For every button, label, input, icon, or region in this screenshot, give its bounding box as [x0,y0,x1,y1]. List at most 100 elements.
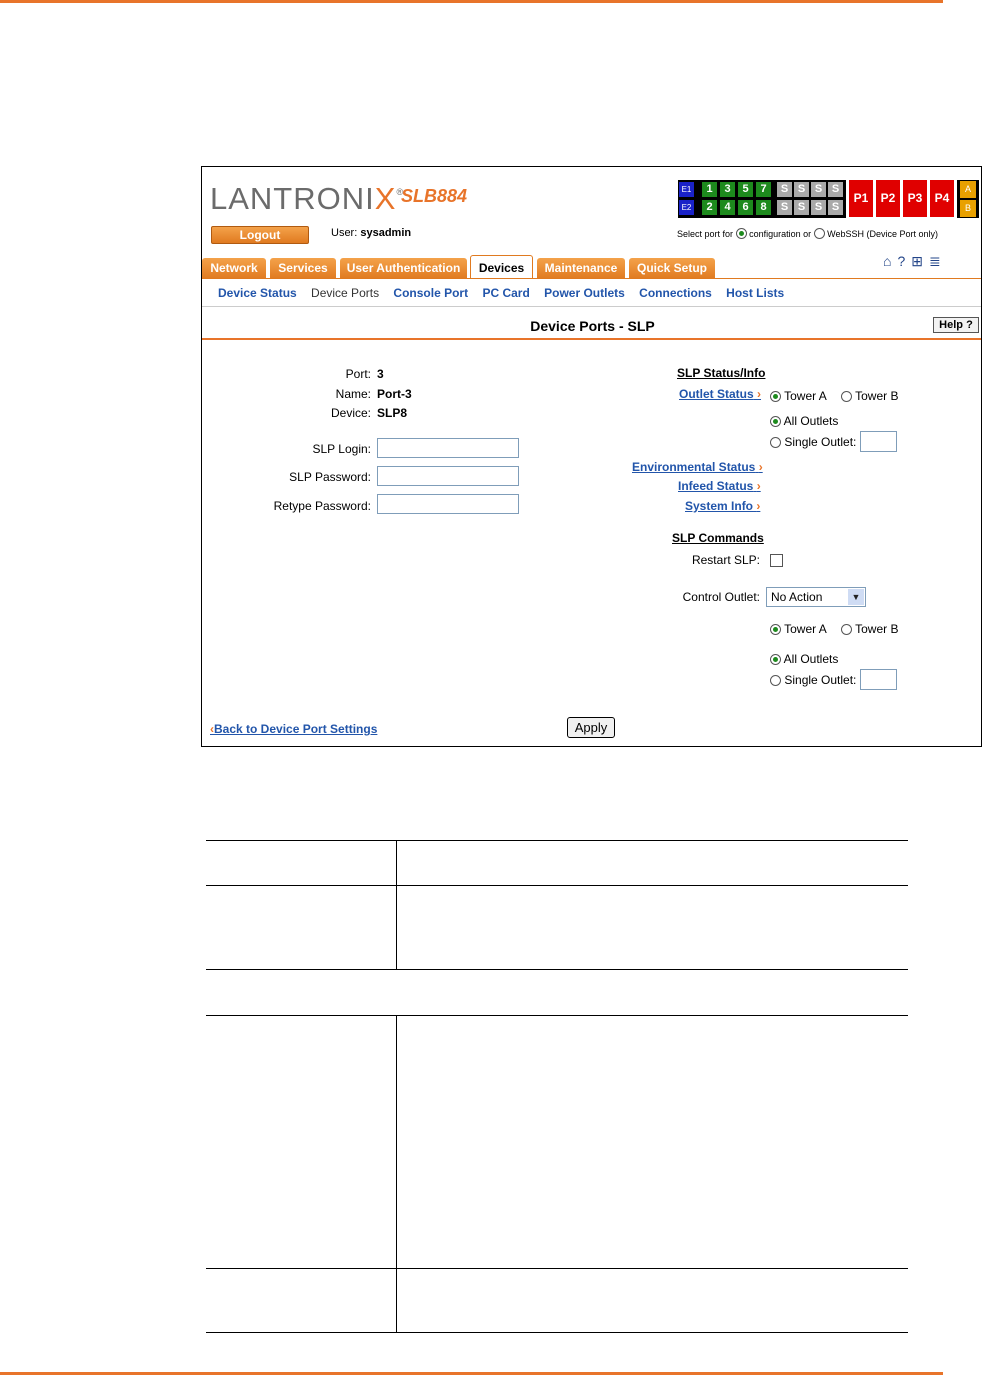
device-label: Device: [330,406,371,420]
infeed-status-link[interactable]: Infeed Status › [678,479,761,493]
slp-login-label: SLP Login: [312,442,372,456]
port-s[interactable]: S [777,182,792,197]
status-tower-b-option[interactable]: Tower B [841,389,898,403]
restart-slp-checkbox[interactable] [770,554,783,567]
retype-password-input[interactable] [377,494,519,514]
log-icon[interactable]: ≣ [929,253,941,269]
environmental-status-link[interactable]: Environmental Status › [632,460,763,474]
subnav-power-outlets[interactable]: Power Outlets [544,286,625,300]
cmd-tower-a-radio[interactable] [770,624,781,635]
cmd-all-outlets-option[interactable]: All Outlets [770,652,838,666]
cmd-tower-b-option[interactable]: Tower B [841,622,898,636]
subnav-pc-card[interactable]: PC Card [482,286,529,300]
help-button[interactable]: Help ? [933,317,979,333]
main-tabs: Network Services User Authentication Dev… [202,255,981,279]
port-s[interactable]: S [777,200,792,215]
subnav-console-port[interactable]: Console Port [393,286,468,300]
apply-button[interactable]: Apply [567,717,615,738]
tab-services[interactable]: Services [270,258,336,279]
question-icon: ? [966,319,973,331]
status-all-outlets-radio[interactable] [770,416,781,427]
cmd-single-outlet-option[interactable]: Single Outlet: [770,673,856,687]
port-s[interactable]: S [811,200,826,215]
port-s[interactable]: S [828,200,843,215]
back-to-device-port-settings-link[interactable]: ‹Back to Device Port Settings [210,722,377,736]
chevron-right-icon: › [757,387,762,401]
power-p4[interactable]: P4 [930,180,954,217]
power-p3[interactable]: P3 [903,180,927,217]
tab-maintenance[interactable]: Maintenance [537,258,625,279]
tab-quick-setup[interactable]: Quick Setup [629,258,715,279]
port-4[interactable]: 4 [720,200,735,215]
tab-user-authentication[interactable]: User Authentication [340,258,467,279]
status-single-outlet-radio[interactable] [770,437,781,448]
cmd-all-outlets-radio[interactable] [770,654,781,665]
port-s[interactable]: S [828,182,843,197]
table-divider [396,1015,397,1333]
user-line: User: sysadmin [331,227,412,239]
port-s[interactable]: S [794,200,809,215]
table-rule [206,885,908,886]
top-rule [0,0,943,3]
name-value: Port-3 [377,387,412,401]
port-label: Port: [345,367,371,381]
status-tower-b-radio[interactable] [841,391,852,402]
tab-network[interactable]: Network [202,258,266,279]
help-icon[interactable]: ? [897,253,905,269]
table-rule [206,1015,908,1016]
toolbar-icons: ⌂? ⊞ ≣ [883,253,947,270]
port-3[interactable]: 3 [720,182,735,197]
tower-a-indicator[interactable]: A [960,181,976,198]
cmd-single-outlet-radio[interactable] [770,675,781,686]
device-value: SLP8 [377,406,408,420]
logout-button[interactable]: Logout [211,226,309,244]
status-tower-a-radio[interactable] [770,391,781,402]
status-tower-a-option[interactable]: Tower A [770,389,827,403]
subnav-connections[interactable]: Connections [639,286,712,300]
port-7[interactable]: 7 [756,182,771,197]
subnav-host-lists[interactable]: Host Lists [726,286,784,300]
table-rule [206,1332,908,1333]
port-value: 3 [377,367,384,381]
power-p2[interactable]: P2 [876,180,900,217]
configuration-radio[interactable] [735,228,747,239]
status-single-outlet-input[interactable] [860,431,897,452]
select-port-line: Select port for configuration or WebSSH … [677,228,939,239]
cmd-single-outlet-input[interactable] [860,669,897,690]
port-e2[interactable]: E2 [679,200,694,215]
tab-devices[interactable]: Devices [470,255,533,279]
status-all-outlets-option[interactable]: All Outlets [770,414,838,428]
table-rule [206,840,908,841]
system-info-link[interactable]: System Info › [685,499,760,513]
screenshot-frame: LANTRONIX® SLB884 Logout User: sysadmin … [201,166,982,747]
port-6[interactable]: 6 [738,200,753,215]
port-2[interactable]: 2 [702,200,717,215]
table-rule [206,1268,908,1269]
slp-login-input[interactable] [377,438,519,458]
port-e1[interactable]: E1 [679,182,694,197]
lantronix-logo: LANTRONIX® [210,181,405,216]
cmd-tower-a-option[interactable]: Tower A [770,622,827,636]
outlet-status-link[interactable]: Outlet Status › [679,387,761,401]
cmd-tower-b-radio[interactable] [841,624,852,635]
power-p1[interactable]: P1 [849,180,873,217]
tab-underline [202,278,981,279]
slp-password-input[interactable] [377,466,519,486]
tower-b-indicator[interactable]: B [960,200,976,217]
sitemap-icon[interactable]: ⊞ [911,253,923,269]
subnav-device-status[interactable]: Device Status [218,286,297,300]
port-s[interactable]: S [794,182,809,197]
webssh-radio[interactable] [813,228,825,239]
chevron-right-icon: › [756,479,761,493]
port-8[interactable]: 8 [756,200,771,215]
home-icon[interactable]: ⌂ [883,253,891,269]
bottom-rule [0,1372,943,1375]
control-outlet-select[interactable]: No Action ▼ [766,587,866,607]
port-5[interactable]: 5 [738,182,753,197]
slp-commands-heading: SLP Commands [672,531,764,545]
port-1[interactable]: 1 [702,182,717,197]
subnav-device-ports[interactable]: Device Ports [311,286,379,300]
port-s[interactable]: S [811,182,826,197]
status-single-outlet-option[interactable]: Single Outlet: [770,435,856,449]
slp-password-label: SLP Password: [289,470,371,484]
